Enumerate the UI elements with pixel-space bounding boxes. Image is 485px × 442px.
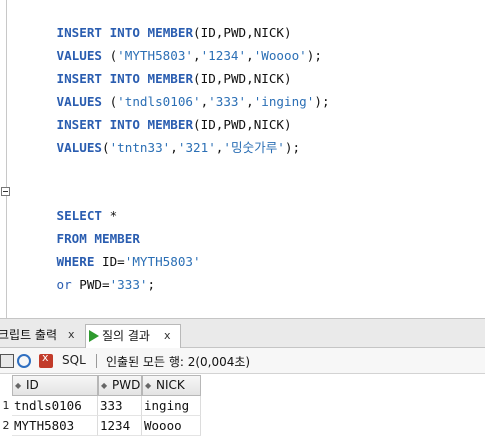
column-header-pwd[interactable]: ◆ PWD: [98, 375, 142, 396]
toolbar-divider: [96, 354, 97, 368]
code-line: VALUES ('tndls0106','333','inging');: [56, 94, 330, 109]
column-header-id[interactable]: ◆ ID: [12, 375, 98, 396]
code-line: WHERE ID='MYTH5803': [56, 254, 201, 269]
tab-query-result[interactable]: 질의 결과 x: [85, 324, 181, 348]
export-icon[interactable]: [39, 351, 53, 368]
close-icon[interactable]: x: [164, 325, 171, 347]
tab-label: 크립트 출력: [0, 328, 58, 342]
refresh-icon[interactable]: [17, 354, 31, 368]
code-line: VALUES ('MYTH5803','1234','Woooo');: [56, 48, 322, 63]
output-tab-strip: 크립트 출력 x 질의 결과 x: [0, 318, 485, 348]
table-cell[interactable]: Woooo: [142, 416, 201, 436]
close-icon[interactable]: x: [68, 324, 75, 346]
sort-icon[interactable]: ◆: [15, 376, 21, 395]
code-line: INSERT INTO MEMBER(ID,PWD,NICK): [56, 25, 292, 40]
sort-icon[interactable]: ◆: [101, 376, 107, 395]
sql-button[interactable]: SQL: [62, 353, 86, 367]
code-line: VALUES('tntn33','321','밍숫가루');: [56, 140, 301, 155]
sql-editor[interactable]: INSERT INTO MEMBER(ID,PWD,NICK) VALUES (…: [0, 0, 485, 318]
table-cell[interactable]: 333: [98, 396, 142, 416]
table-cell[interactable]: inging: [142, 396, 201, 416]
run-play-icon: [89, 330, 99, 342]
table-cell[interactable]: 1234: [98, 416, 142, 436]
tab-label: 질의 결과: [102, 329, 150, 343]
code-line: or PWD='333';: [56, 277, 156, 292]
fold-toggle-icon[interactable]: [1, 187, 10, 196]
code-line: INSERT INTO MEMBER(ID,PWD,NICK): [56, 117, 292, 132]
result-grid[interactable]: ◆ ID ◆ PWD ◆ NICK 1 tndls0106 333 inging…: [0, 374, 485, 442]
table-cell[interactable]: tndls0106: [12, 396, 98, 416]
table-cell[interactable]: MYTH5803: [12, 416, 98, 436]
fetch-status: 인출된 모든 행: 2(0,004초): [106, 355, 251, 369]
code-line: FROM MEMBER: [56, 231, 140, 246]
sort-icon[interactable]: ◆: [145, 376, 151, 395]
code-area[interactable]: INSERT INTO MEMBER(ID,PWD,NICK) VALUES (…: [11, 0, 330, 292]
result-toolbar: SQL 인출된 모든 행: 2(0,004초): [0, 348, 485, 374]
tab-script-output[interactable]: 크립트 출력 x: [0, 324, 81, 346]
print-icon[interactable]: [0, 354, 14, 368]
column-header-nick[interactable]: ◆ NICK: [142, 375, 201, 396]
editor-gutter: [6, 0, 7, 318]
code-line: INSERT INTO MEMBER(ID,PWD,NICK): [56, 71, 292, 86]
code-line: SELECT *: [56, 208, 118, 223]
row-number: 2: [2, 419, 10, 432]
row-number: 1: [2, 399, 10, 412]
